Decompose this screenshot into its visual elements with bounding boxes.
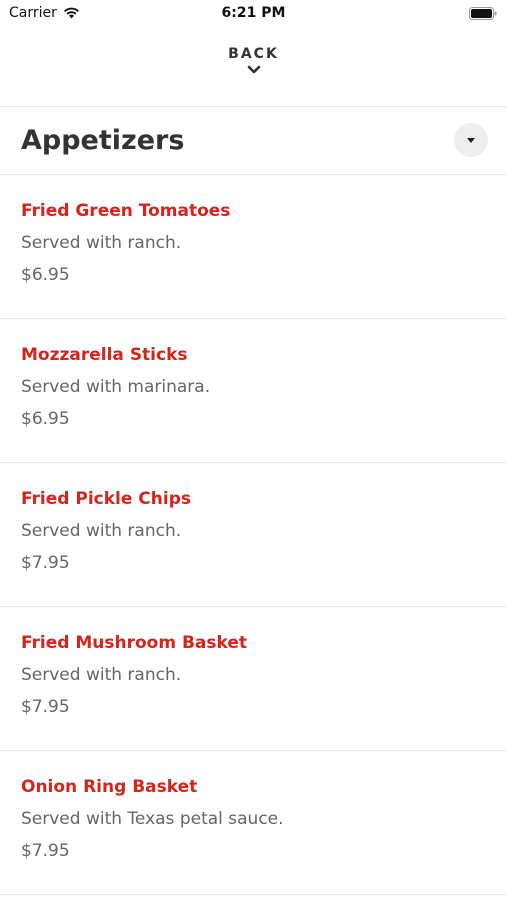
- menu-item-list: Fried Green Tomatoes Served with ranch. …: [0, 175, 507, 895]
- item-price: $7.95: [21, 697, 70, 717]
- menu-item[interactable]: Mozzarella Sticks Served with marinara. …: [0, 319, 507, 463]
- item-price: $7.95: [21, 553, 70, 573]
- battery-icon: [469, 7, 497, 20]
- section-title: Appetizers: [21, 125, 185, 156]
- item-price: $6.95: [21, 265, 70, 285]
- menu-item[interactable]: Fried Mushroom Basket Served with ranch.…: [0, 607, 507, 751]
- item-name: Fried Green Tomatoes: [21, 201, 231, 221]
- back-label: BACK: [228, 46, 279, 62]
- back-button[interactable]: BACK: [0, 46, 507, 94]
- status-time: 6:21 PM: [221, 5, 286, 21]
- section-header: Appetizers: [0, 108, 507, 174]
- item-description: Served with ranch.: [21, 233, 182, 253]
- item-description: Served with marinara.: [21, 377, 211, 397]
- header-divider: [0, 106, 507, 107]
- item-price: $6.95: [21, 409, 70, 429]
- menu-item[interactable]: Onion Ring Basket Served with Texas peta…: [0, 751, 507, 895]
- item-description: Served with Texas petal sauce.: [21, 809, 284, 829]
- section-toggle-button[interactable]: [454, 123, 488, 157]
- caret-down-icon: [467, 137, 475, 143]
- status-bar: Carrier 6:21 PM: [0, 0, 507, 30]
- menu-item[interactable]: Fried Green Tomatoes Served with ranch. …: [0, 175, 507, 319]
- item-name: Fried Mushroom Basket: [21, 633, 248, 653]
- item-name: Onion Ring Basket: [21, 777, 198, 797]
- item-name: Mozzarella Sticks: [21, 345, 188, 365]
- item-name: Fried Pickle Chips: [21, 489, 191, 509]
- item-price: $7.95: [21, 841, 70, 861]
- item-description: Served with ranch.: [21, 521, 182, 541]
- chevron-down-icon: [247, 65, 260, 74]
- item-description: Served with ranch.: [21, 665, 182, 685]
- menu-item[interactable]: Fried Pickle Chips Served with ranch. $7…: [0, 463, 507, 607]
